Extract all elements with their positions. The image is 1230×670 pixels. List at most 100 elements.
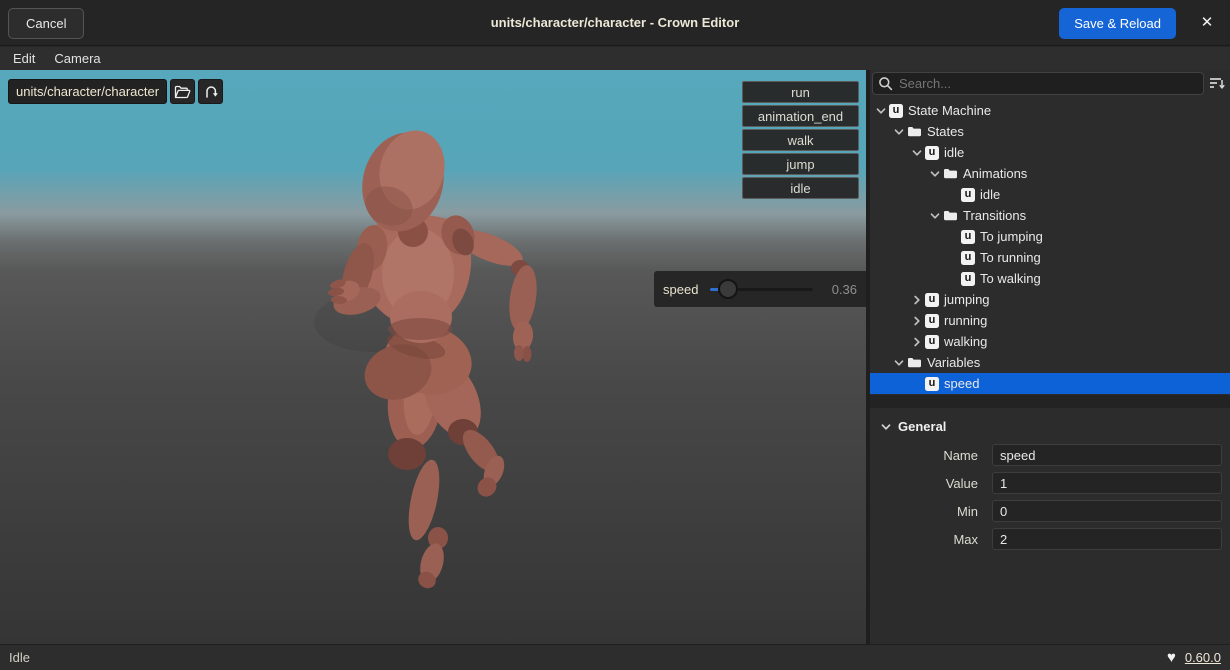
panel-separator (870, 395, 1230, 408)
close-icon[interactable]: ✕ (1194, 10, 1220, 36)
tree-item-transitions[interactable]: Transitions (870, 205, 1230, 226)
tree-item-label: idle (980, 187, 1000, 202)
slider-knob[interactable] (718, 279, 738, 299)
open-folder-icon (174, 85, 191, 99)
tree-item-animations[interactable]: Animations (870, 163, 1230, 184)
tree-item-speed[interactable]: uspeed (870, 373, 1230, 394)
sort-icon (1208, 76, 1226, 90)
tree-item-label: Variables (927, 355, 980, 370)
unit-icon: u (925, 335, 939, 349)
tree-item-label: walking (944, 334, 987, 349)
tree-item-variables[interactable]: Variables (870, 352, 1230, 373)
tree-item-label: To running (980, 250, 1041, 265)
version-link[interactable]: 0.60.0 (1185, 650, 1221, 665)
state-tree: uState MachineStatesuidleAnimationsuidle… (870, 100, 1230, 394)
statusbar: Idle ♥ 0.60.0 (0, 644, 1230, 670)
chevron-down-icon (880, 421, 892, 433)
unit-icon: u (961, 230, 975, 244)
chevron-down-icon[interactable] (891, 357, 907, 369)
name-field[interactable] (992, 444, 1222, 466)
property-row-value: Value (870, 472, 1230, 494)
statusbar-right: ♥ 0.60.0 (1167, 650, 1221, 665)
tree-item-to-walking[interactable]: uTo walking (870, 268, 1230, 289)
property-row-min: Min (870, 500, 1230, 522)
general-section-title: General (898, 419, 946, 434)
cancel-button[interactable]: Cancel (8, 8, 84, 39)
slider-label: speed (663, 282, 698, 297)
chevron-down-icon[interactable] (909, 147, 925, 159)
general-section-header[interactable]: General (870, 408, 1230, 438)
window-title: units/character/character - Crown Editor (491, 0, 740, 46)
search-row (872, 72, 1204, 95)
status-text: Idle (9, 650, 30, 665)
event-button-walk[interactable]: walk (742, 129, 859, 151)
open-folder-button[interactable] (170, 79, 195, 104)
tree-item-to-running[interactable]: uTo running (870, 247, 1230, 268)
resource-path-input[interactable] (8, 79, 167, 104)
tree-item-label: Animations (963, 166, 1027, 181)
unit-icon: u (925, 293, 939, 307)
search-input[interactable] (872, 72, 1204, 95)
tree-item-jumping[interactable]: u jumping (870, 289, 1230, 310)
property-row-max: Max (870, 528, 1230, 550)
unit-icon: u (925, 146, 939, 160)
tree-item-label: To walking (980, 271, 1041, 286)
save-reload-button[interactable]: Save & Reload (1059, 8, 1176, 39)
unit-icon: u (889, 104, 903, 118)
chevron-down-icon[interactable] (891, 126, 907, 138)
tree-item-label: jumping (944, 292, 990, 307)
resource-path-bar (8, 79, 223, 104)
menubar: Edit Camera (0, 47, 1230, 70)
tree-item-walking[interactable]: u walking (870, 331, 1230, 352)
folder-icon (907, 125, 922, 139)
speed-slider[interactable] (710, 279, 813, 299)
event-button-run[interactable]: run (742, 81, 859, 103)
reload-unit-button[interactable] (198, 79, 223, 104)
property-label-name: Name (870, 448, 978, 463)
folder-icon (943, 209, 958, 223)
chevron-down-icon[interactable] (873, 105, 889, 117)
tree-item-idle[interactable]: uidle (870, 184, 1230, 205)
chevron-down-icon[interactable] (927, 210, 943, 222)
chevron-right-icon[interactable] (909, 294, 925, 306)
menu-edit[interactable]: Edit (7, 51, 41, 66)
min-field[interactable] (992, 500, 1222, 522)
unit-icon: u (961, 188, 975, 202)
property-label-min: Min (870, 504, 978, 519)
property-rows: Name Value Min Max (870, 438, 1230, 550)
main-area: runanimation_endwalkjumpidle speed 0.36 (0, 70, 1230, 644)
tree-item-state-machine[interactable]: u State Machine (870, 100, 1230, 121)
tree-item-to-jumping[interactable]: u To jumping (870, 226, 1230, 247)
speed-slider-panel: speed 0.36 (654, 271, 866, 307)
tree-item-label: speed (944, 376, 979, 391)
slider-value: 0.36 (821, 282, 857, 297)
tree-item-label: Transitions (963, 208, 1026, 223)
chevron-down-icon[interactable] (927, 168, 943, 180)
folder-icon (943, 167, 958, 181)
sort-button[interactable] (1206, 74, 1228, 94)
event-button-jump[interactable]: jump (742, 153, 859, 175)
tree-item-running[interactable]: urunning (870, 310, 1230, 331)
tree-item-label: States (927, 124, 964, 139)
menu-camera[interactable]: Camera (48, 51, 106, 66)
max-field[interactable] (992, 528, 1222, 550)
property-label-max: Max (870, 532, 978, 547)
chevron-right-icon[interactable] (909, 315, 925, 327)
tree-item-label: idle (944, 145, 964, 160)
property-row-name: Name (870, 444, 1230, 466)
tree-item-label: To jumping (980, 229, 1043, 244)
tree-item-label: State Machine (908, 103, 991, 118)
tree-item-idle[interactable]: uidle (870, 142, 1230, 163)
heart-icon[interactable]: ♥ (1167, 650, 1176, 665)
unit-icon: u (925, 377, 939, 391)
viewport-3d[interactable]: runanimation_endwalkjumpidle speed 0.36 (0, 70, 866, 644)
value-field[interactable] (992, 472, 1222, 494)
tree-item-label: running (944, 313, 987, 328)
event-button-animation_end[interactable]: animation_end (742, 105, 859, 127)
titlebar: Cancel units/character/character - Crown… (0, 0, 1230, 46)
event-button-idle[interactable]: idle (742, 177, 859, 199)
chevron-right-icon[interactable] (909, 336, 925, 348)
tree-item-states[interactable]: States (870, 121, 1230, 142)
state-machine-panel: uState MachineStatesuidleAnimationsuidle… (870, 70, 1230, 644)
reload-icon (203, 84, 219, 99)
